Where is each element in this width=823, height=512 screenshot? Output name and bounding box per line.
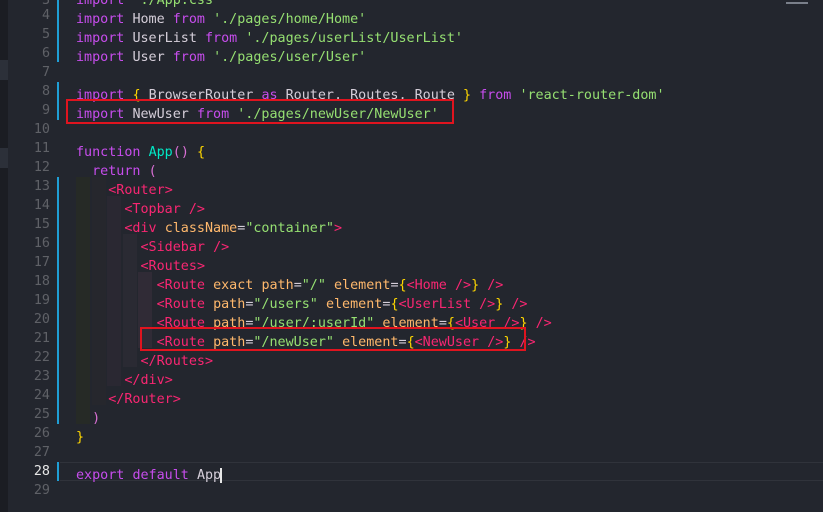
code-line[interactable]: <Router>: [76, 181, 173, 200]
code-line[interactable]: <Route path="/users" element={<UserList …: [76, 295, 528, 314]
line-number: 21: [33, 331, 50, 346]
code-line[interactable]: ): [76, 409, 100, 428]
line-number: 16: [33, 236, 50, 251]
line-number: 11: [33, 141, 50, 156]
line-number: 23: [33, 369, 50, 384]
line-number: 24: [33, 388, 50, 403]
code-line[interactable]: <Routes>: [76, 257, 206, 276]
code-line[interactable]: }: [76, 428, 84, 447]
line-number: 22: [33, 350, 50, 365]
code-line[interactable]: <div className="container">: [76, 219, 342, 238]
line-number: 7: [41, 65, 50, 80]
line-number: 12: [33, 160, 50, 175]
code-line[interactable]: <Topbar />: [76, 200, 205, 219]
code-line[interactable]: </div>: [76, 371, 172, 390]
code-line[interactable]: </Routes>: [76, 352, 214, 371]
strip-marker: [0, 148, 8, 168]
code-line[interactable]: import './App.css': [76, 0, 221, 10]
line-number-active: 28: [33, 464, 50, 479]
code-line[interactable]: export default App: [76, 466, 223, 485]
code-line[interactable]: import Home from './pages/home/Home': [76, 10, 366, 29]
line-number: 18: [33, 274, 50, 289]
line-number-gutter: 3 4 5 6 7 8 9 10 11 12 13 14 15 16 17 18…: [8, 0, 60, 512]
code-line[interactable]: import UserList from './pages/userList/U…: [76, 29, 463, 48]
line-number: 20: [33, 312, 50, 327]
strip-marker: [0, 60, 8, 80]
highlight-box-line-9: [66, 99, 454, 124]
code-area[interactable]: import './App.css' import Home from './pa…: [60, 0, 823, 512]
line-number: 19: [33, 293, 50, 308]
line-number: 25: [33, 407, 50, 422]
code-line[interactable]: function App() {: [76, 143, 205, 162]
line-number: 27: [33, 445, 50, 460]
line-number: 29: [33, 483, 50, 498]
line-number: 10: [33, 122, 50, 137]
text-cursor: [220, 467, 223, 483]
code-line[interactable]: <Sidebar />: [76, 238, 230, 257]
code-line[interactable]: import User from './pages/user/User': [76, 48, 366, 67]
code-editor[interactable]: 3 4 5 6 7 8 9 10 11 12 13 14 15 16 17 18…: [0, 0, 823, 512]
code-line[interactable]: <Route exact path="/" element={<Home />}…: [76, 276, 504, 295]
line-number: 17: [33, 255, 50, 270]
code-line[interactable]: return (: [76, 162, 157, 181]
line-number: 5: [41, 27, 50, 42]
line-number: 13: [33, 179, 50, 194]
line-number: 4: [41, 8, 50, 23]
line-number: 9: [41, 103, 50, 118]
line-number: 14: [33, 198, 50, 213]
line-number: 6: [41, 46, 50, 61]
code-line[interactable]: </Router>: [76, 390, 181, 409]
line-number: 26: [33, 426, 50, 441]
highlight-box-line-21: [140, 327, 526, 351]
line-number: 8: [41, 84, 50, 99]
line-number: 15: [33, 217, 50, 232]
side-strip: [0, 0, 8, 512]
